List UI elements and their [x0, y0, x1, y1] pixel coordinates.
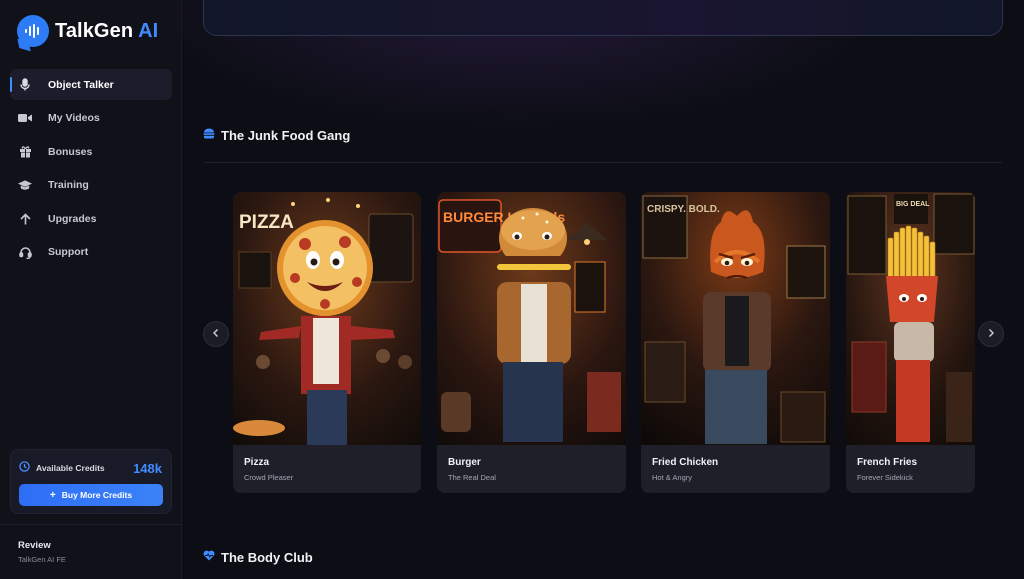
character-subtitle: Crowd Pleaser [244, 473, 294, 482]
sidebar-item-support[interactable]: Support [10, 237, 172, 268]
credits-label: Available Credits [36, 463, 105, 473]
sidebar-item-bonuses[interactable]: Bonuses [10, 136, 172, 167]
sidebar-item-label: Bonuses [48, 145, 93, 158]
heart-icon [203, 548, 215, 566]
section-title-body-club: The Body Club [203, 548, 313, 566]
sidebar-item-object-talker[interactable]: Object Talker [10, 69, 172, 100]
buy-more-credits-label: Buy More Credits [61, 490, 133, 500]
character-name: Fried Chicken [652, 457, 719, 468]
sidebar-item-label: Upgrades [48, 212, 97, 225]
sidebar: TalkGen AI Object Talker My Videos Bonus… [0, 0, 182, 579]
buy-more-credits-button[interactable]: + Buy More Credits [19, 484, 163, 506]
section-title-text: The Body Club [221, 549, 313, 565]
video-camera-icon [18, 111, 32, 125]
credits-panel: Available Credits 148k + Buy More Credit… [10, 449, 172, 514]
character-subtitle: Hot & Angry [652, 473, 693, 482]
app-name-suffix: AI [138, 19, 159, 42]
section-divider [204, 162, 1002, 163]
character-image-french-fries: BIG DEAL [846, 192, 975, 445]
character-name: Burger [448, 457, 481, 468]
character-subtitle: The Real Deal [448, 473, 496, 482]
review-title: Review [18, 540, 51, 551]
logo-icon [17, 15, 49, 47]
sidebar-item-training[interactable]: Training [10, 170, 172, 201]
section-title-text: The Junk Food Gang [221, 127, 351, 143]
plus-icon: + [49, 489, 56, 501]
carousel-prev-button[interactable] [203, 321, 229, 347]
character-card-burger[interactable]: BURGER Legends Burger The Real Deal [437, 192, 626, 493]
sidebar-item-label: Training [48, 179, 89, 191]
chevron-left-icon [212, 325, 220, 343]
arrow-up-icon [18, 212, 32, 226]
sidebar-nav: Object Talker My Videos Bonuses Training… [10, 69, 172, 270]
sidebar-item-my-videos[interactable]: My Videos [10, 103, 172, 134]
main-content: The Junk Food Gang PIZZA Pizza Crowd Ple… [182, 0, 1024, 579]
character-image-fried-chicken: CRISPY. BOLD. [641, 192, 830, 445]
clock-icon [19, 459, 30, 477]
sidebar-divider [0, 524, 182, 525]
character-subtitle: Forever Sidekick [857, 473, 913, 482]
character-card-pizza[interactable]: PIZZA Pizza Crowd Pleaser [233, 192, 421, 493]
gift-icon [18, 145, 32, 159]
carousel-next-button[interactable] [978, 321, 1004, 347]
chicken-sign-text: CRISPY. BOLD. [647, 204, 720, 215]
top-panel [203, 0, 1003, 36]
logo[interactable]: TalkGen AI [17, 15, 158, 47]
character-image-pizza: PIZZA [233, 192, 421, 445]
headset-icon [18, 245, 32, 259]
pizza-sign-text: PIZZA [239, 212, 294, 233]
app-name: TalkGen [55, 19, 134, 42]
logo-text: TalkGen AI [55, 20, 158, 43]
sidebar-item-label: Object Talker [48, 78, 114, 91]
section-title-junk-food-gang: The Junk Food Gang [203, 126, 350, 144]
microphone-icon [18, 78, 32, 92]
character-name: French Fries [857, 457, 918, 468]
fries-sign-text: BIG DEAL [896, 201, 930, 208]
review-subtitle: TalkGen AI FE [18, 555, 66, 564]
character-card-fried-chicken[interactable]: CRISPY. BOLD. Fried Chicken Hot & Angry [641, 192, 830, 493]
review-item[interactable]: Review TalkGen AI FE [18, 540, 66, 564]
chevron-right-icon [987, 325, 995, 343]
character-name: Pizza [244, 457, 270, 468]
sidebar-item-label: Support [48, 246, 89, 258]
character-image-burger: BURGER Legends [437, 192, 626, 445]
sidebar-item-upgrades[interactable]: Upgrades [10, 203, 172, 234]
character-card-french-fries[interactable]: BIG DEAL French Fries Forever Sidekick [846, 192, 975, 493]
sidebar-item-label: My Videos [48, 112, 100, 124]
credits-value: 148k [133, 460, 162, 476]
burger-icon [203, 126, 215, 144]
graduation-cap-icon [18, 178, 32, 192]
